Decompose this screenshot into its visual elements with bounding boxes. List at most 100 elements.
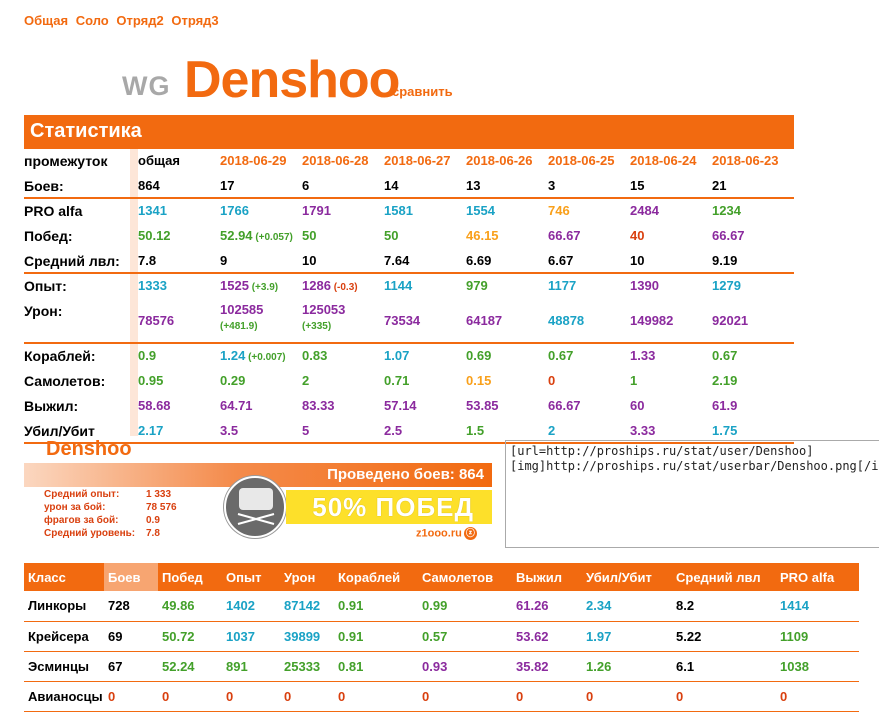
stats-cell: 7.64 [384, 253, 409, 268]
stats-value: 83.33 [302, 398, 335, 413]
class-table-cell: 5.22 [672, 621, 776, 652]
class-table-header[interactable]: Выжил [512, 563, 582, 591]
class-table-header[interactable]: Убил/Убит [582, 563, 672, 591]
period-label: промежуток [24, 153, 108, 169]
class-table-cell: 0.93 [418, 651, 512, 682]
userbar: Denshoo Проведено боев: 864 Средний опыт… [24, 436, 498, 546]
class-table-cell: 52.24 [158, 651, 222, 682]
stats-value: 0 [548, 373, 556, 388]
stats-cell: 66.67 [712, 228, 745, 243]
nav-link-solo[interactable]: Соло [76, 13, 109, 28]
stats-value: 57.14 [384, 398, 417, 413]
class-table-cell: 35.82 [512, 651, 582, 682]
period-column-header[interactable]: 2018-06-23 [712, 153, 779, 168]
stats-row: Боев: 864 17 6 14 13 3 15 21 [24, 174, 794, 199]
stats-value: 1.07 [384, 348, 410, 363]
compare-link[interactable]: сравнить [392, 84, 453, 99]
userbar-stat-row: фрагов за бой: 0.9 [44, 514, 177, 527]
period-column-header[interactable]: 2018-06-28 [302, 153, 369, 168]
stats-cell: 0.69 [466, 348, 491, 363]
period-column-header[interactable]: 2018-06-25 [548, 153, 615, 168]
stats-row: Опыт: 1333 1525 (+3.9) 1286 (-0.3) 1144 979 11… [24, 274, 794, 299]
class-table-header[interactable]: Побед [158, 563, 222, 591]
stats-row: PRO alfa 1341 1766 1791 1581 1554 746 2484 1234 [24, 199, 794, 224]
userbar-stat-value: 7.8 [146, 528, 160, 539]
class-table-header[interactable]: Боев [104, 563, 158, 591]
class-stats-table: Класс Боев Побед Опыт Урон Кораблей Самолетов В… [24, 563, 859, 712]
class-table-row: Линкоры 728 49.86 1402 87142 0.91 0.99 61.26 2.3… [24, 591, 859, 622]
class-table-cell: 891 [222, 651, 280, 682]
stats-row-label: Выжил: [24, 398, 79, 414]
stats-value: 50 [384, 228, 399, 243]
stats-value: 21 [712, 178, 727, 193]
stats-value: 1234 [712, 203, 741, 218]
stats-cell: 1.33 [630, 348, 655, 363]
stats-cell: 0.71 [384, 373, 409, 388]
class-table-header[interactable]: Кораблей [334, 563, 418, 591]
userbar-stat-label: урон за бой: [44, 502, 106, 513]
period-column-header: общая [138, 153, 180, 168]
stats-cell: 1341 [138, 203, 167, 218]
userbar-site-text: z1ooo.ru [416, 527, 462, 540]
stats-delta: (+3.9) [248, 282, 279, 293]
nav-link-squad3[interactable]: Отряд3 [171, 13, 218, 28]
stats-cell: 1766 [220, 203, 249, 218]
stats-table: промежуток общая 2018-06-29 2018-06-28 2018-… [24, 149, 794, 444]
class-table-cell: 8.2 [672, 591, 776, 622]
stats-value: 64.71 [220, 398, 253, 413]
stats-cell: 1 [630, 373, 637, 388]
stats-cell: 9 [220, 253, 227, 268]
stats-cell: 1286 (-0.3) [302, 278, 358, 293]
stats-cell: 48878 [548, 313, 584, 328]
class-table-header[interactable]: Урон [280, 563, 334, 591]
nav-link-general[interactable]: Общая [24, 13, 68, 28]
stats-row-label: Средний лвл: [24, 253, 120, 269]
class-table-cell: 0 [158, 681, 222, 712]
class-table-cell: 61.26 [512, 591, 582, 622]
stats-value: 6 [302, 178, 310, 193]
stats-cell: 46.15 [466, 228, 499, 243]
stats-value: 0.67 [548, 348, 574, 363]
class-table-cell: 2.34 [582, 591, 672, 622]
stats-value: 0.9 [138, 348, 157, 363]
userbar-stat-value: 1 333 [146, 489, 172, 500]
class-table-header[interactable]: PRO alfa [776, 563, 859, 591]
stats-value: 1286 [302, 278, 331, 293]
class-table-header[interactable]: Самолетов [418, 563, 512, 591]
period-column-header[interactable]: 2018-06-27 [384, 153, 451, 168]
stats-value: 1177 [548, 278, 577, 293]
stats-value: 40 [630, 228, 645, 243]
class-table-header[interactable]: Класс [24, 563, 104, 591]
class-table-cell: 0 [776, 681, 859, 712]
stats-cell: 52.94 (+0.057) [220, 228, 293, 243]
stats-value: 2 [302, 373, 310, 388]
stats-cell: 864 [138, 178, 160, 193]
stats-value: 50 [302, 228, 317, 243]
stats-value: 2.19 [712, 373, 738, 388]
period-column-header[interactable]: 2018-06-24 [630, 153, 697, 168]
stats-value: 66.67 [712, 228, 745, 243]
stats-cell: 0 [548, 373, 555, 388]
stats-row-label: Опыт: [24, 278, 67, 294]
stats-cell: 13 [466, 178, 480, 193]
stats-value: 0.67 [712, 348, 738, 363]
stats-cell: 2 [302, 373, 309, 388]
class-table-cell: 728 [104, 591, 158, 622]
stats-value: 1.75 [712, 423, 738, 438]
stats-cell: 6.69 [466, 253, 491, 268]
stats-value: 10 [630, 253, 645, 268]
period-column-header[interactable]: 2018-06-26 [466, 153, 533, 168]
period-column-header[interactable]: 2018-06-29 [220, 153, 287, 168]
class-table-cell: 1109 [776, 621, 859, 652]
class-table-header[interactable]: Опыт [222, 563, 280, 591]
stats-cell: 78576 [138, 313, 174, 328]
userbar-stat-value: 0.9 [146, 515, 160, 526]
userbar-battles: Проведено боев: 864 [327, 466, 484, 483]
stats-value: 53.85 [466, 398, 499, 413]
embed-code-textarea[interactable]: [url=http://proships.ru/stat/user/Densho… [505, 440, 879, 548]
class-table-header[interactable]: Средний лвл [672, 563, 776, 591]
nav-link-squad2[interactable]: Отряд2 [116, 13, 163, 28]
stats-value: 2 [548, 423, 556, 438]
class-table-cell: 67 [104, 651, 158, 682]
stats-row: Средний лвл: 7.8 9 10 7.64 6.69 6.67 10 9.19 [24, 249, 794, 274]
